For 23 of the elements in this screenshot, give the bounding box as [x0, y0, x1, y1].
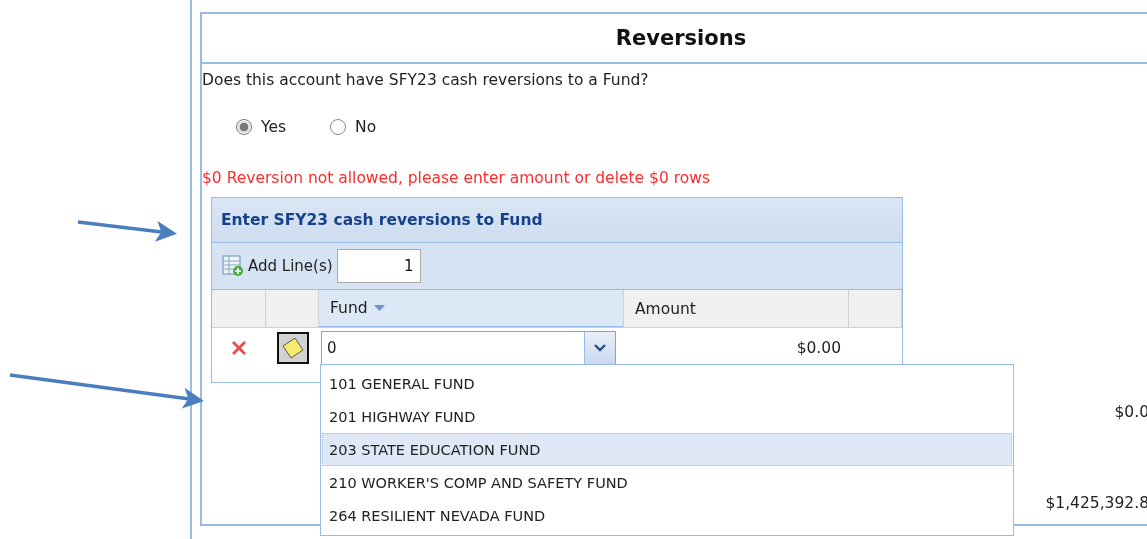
section-title: Reversions: [615, 26, 747, 50]
dropdown-option[interactable]: 210 WORKER'S COMP AND SAFETY FUND: [322, 466, 1012, 499]
table-add-icon[interactable]: [222, 255, 244, 277]
column-header[interactable]: Amount: [624, 290, 849, 327]
radio-label: Yes: [261, 118, 287, 136]
add-lines-button[interactable]: Add Line(s): [222, 255, 333, 277]
line-count-field[interactable]: 1: [336, 249, 421, 283]
dropdown-option[interactable]: 201 HIGHWAY FUND: [322, 400, 1012, 433]
radio-button[interactable]: [236, 119, 252, 135]
fund-combobox[interactable]: 0: [321, 331, 616, 365]
chevron-down-icon[interactable]: [594, 344, 606, 352]
caret-icon[interactable]: [373, 304, 385, 312]
error-message: $0 Reversion not allowed, please enter amount or delete $0 rows: [202, 168, 711, 188]
radio-button[interactable]: [330, 119, 347, 135]
column-header[interactable]: Fund: [319, 290, 624, 327]
dropdown-option[interactable]: 264 RESILIENT NEVADA FUND: [322, 499, 1012, 532]
amount-value: $0.00: [796, 339, 841, 357]
dropdown-option[interactable]: 203 STATE EDUCATION FUND: [322, 433, 1012, 466]
grid-title: Enter SFY23 cash reversions to Fund: [221, 211, 543, 229]
radio-label: No: [355, 118, 377, 136]
dropdown-option[interactable]: 101 GENERAL FUND: [322, 367, 1012, 400]
note-icon[interactable]: [276, 332, 309, 364]
question-text: Does this account have SFY23 cash reversions to a Fund?: [202, 70, 650, 90]
